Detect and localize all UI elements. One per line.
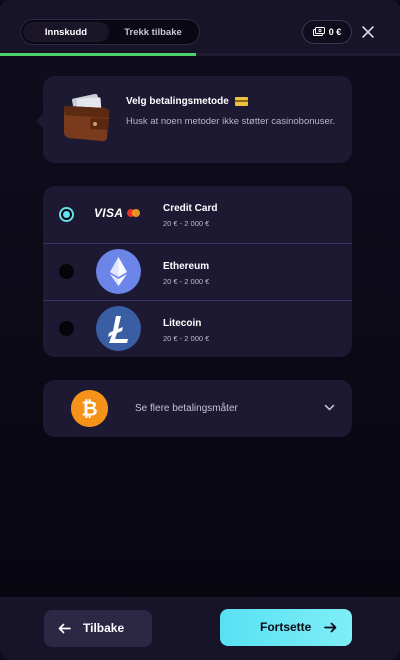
method-litecoin[interactable]: Litecoin 20 € - 2 000 € [43, 300, 352, 357]
arrow-right-icon [324, 622, 337, 633]
method-ethereum[interactable]: Ethereum 20 € - 2 000 € [43, 243, 352, 300]
more-payment-methods[interactable]: ₿ Se flere betalingsmåter [43, 380, 352, 437]
info-title: Velg betalingsmetode [126, 96, 229, 107]
close-icon[interactable] [360, 24, 376, 40]
credit-card-emoji [234, 97, 248, 106]
mastercard-icon [127, 209, 141, 217]
payment-methods-list: VISA Credit Card 20 € - 2 000 € Ethereum… [43, 186, 352, 357]
method-name: Ethereum [163, 261, 210, 272]
arrow-left-icon [58, 623, 71, 634]
continue-button-label: Fortsette [260, 620, 312, 634]
visa-logo-text: VISA [94, 206, 124, 220]
balance-badge[interactable]: 0 € [302, 20, 352, 44]
bitcoin-icon: ₿ [71, 390, 108, 427]
tab-withdraw[interactable]: Trekk tilbake [109, 22, 197, 42]
continue-button[interactable]: Fortsette [220, 609, 352, 646]
info-card: Velg betalingsmetode Husk at noen metode… [36, 76, 352, 163]
method-name: Credit Card [163, 203, 218, 214]
svg-text:₿: ₿ [81, 397, 97, 421]
method-range: 20 € - 2 000 € [163, 334, 210, 343]
info-text: Husk at noen metoder ikke støtter casino… [126, 116, 336, 127]
tab-deposit[interactable]: Innskudd [23, 22, 109, 42]
back-button[interactable]: Tilbake [44, 610, 152, 647]
progress-fill [0, 53, 196, 56]
chevron-down-icon [324, 404, 335, 411]
method-name: Litecoin [163, 318, 202, 329]
litecoin-icon [96, 306, 141, 351]
ethereum-icon [96, 249, 141, 294]
wallet-icon [63, 94, 110, 142]
radio-litecoin[interactable] [59, 321, 74, 336]
tab-switcher: Innskudd Trekk tilbake [20, 19, 200, 45]
back-button-label: Tilbake [83, 621, 125, 635]
method-range: 20 € - 2 000 € [163, 219, 210, 228]
method-credit-card[interactable]: VISA Credit Card 20 € - 2 000 € [43, 186, 352, 243]
info-title-row: Velg betalingsmetode [126, 96, 248, 107]
deposit-modal: Innskudd Trekk tilbake 0 € Velg betaling… [0, 0, 400, 660]
progress-bar [0, 53, 400, 56]
more-methods-label: Se flere betalingsmåter [135, 403, 238, 414]
balance-amount: 0 € [328, 27, 342, 37]
radio-credit-card[interactable] [59, 207, 74, 222]
radio-ethereum[interactable] [59, 264, 74, 279]
cash-icon [312, 27, 325, 36]
modal-header: Innskudd Trekk tilbake 0 € [0, 0, 400, 56]
visa-mastercard-logo: VISA [94, 206, 141, 220]
method-range: 20 € - 2 000 € [163, 277, 210, 286]
modal-footer: Tilbake Fortsette [0, 597, 400, 660]
